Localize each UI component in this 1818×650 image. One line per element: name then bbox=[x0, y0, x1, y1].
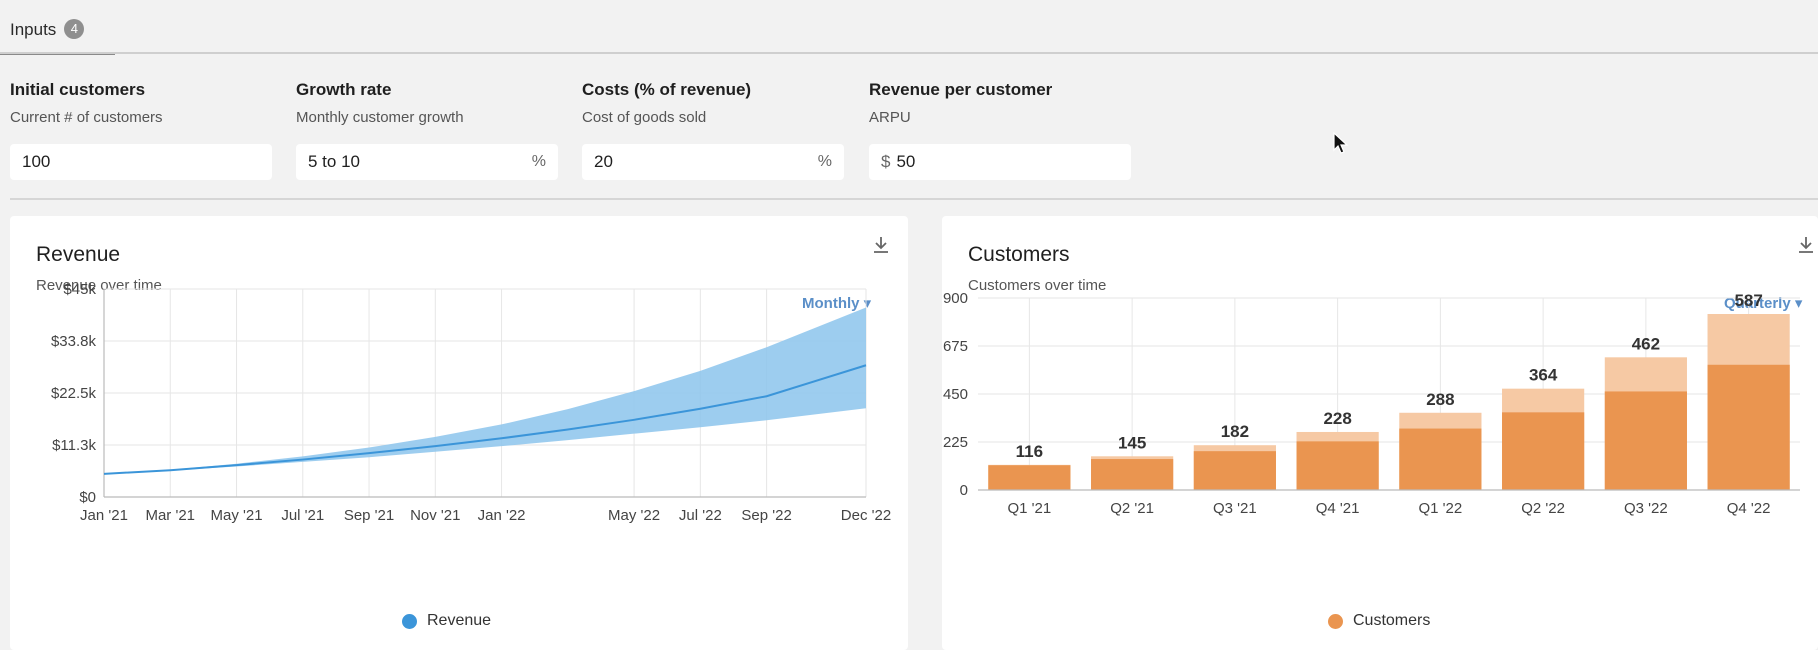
input-revenue-per-customer: Revenue per customer ARPU $ 50 bbox=[869, 80, 1131, 180]
tab-bar-divider bbox=[0, 52, 1818, 54]
input-sublabel: Current # of customers bbox=[10, 109, 163, 126]
input-costs: Costs (% of revenue) Cost of goods sold … bbox=[582, 80, 844, 180]
dollar-prefix: $ bbox=[881, 152, 891, 171]
legend-dot bbox=[402, 613, 417, 629]
x-tick-label: May '22 bbox=[608, 507, 660, 524]
y-tick-label: $11.3k bbox=[52, 437, 96, 454]
section-divider bbox=[10, 198, 1818, 200]
input-initial-customers: Initial customers Current # of customers… bbox=[10, 80, 272, 180]
y-tick-label: 900 bbox=[943, 290, 968, 307]
revenue-chart: $0 $11.3k $22.5k $33.8k $45k Jan '21 Mar '21 Ma… bbox=[51, 281, 891, 524]
revenue-legend: Revenue bbox=[402, 612, 491, 630]
revenue-confidence-band bbox=[104, 307, 866, 474]
y-tick-label: $33.8k bbox=[51, 333, 97, 350]
customers-chart: 0 225 450 675 900 116 Q1 '21 145 Q2 '21 182 Q3 '21… bbox=[943, 290, 1800, 517]
x-tick-label: Q4 '22 bbox=[1727, 500, 1771, 517]
y-tick-label: $22.5k bbox=[51, 385, 97, 402]
input-sublabel: ARPU bbox=[869, 109, 911, 126]
x-tick-label: Q4 '21 bbox=[1316, 500, 1360, 517]
bar-data-label: 462 bbox=[1632, 334, 1660, 353]
bar-data-label: 288 bbox=[1426, 390, 1454, 409]
bar bbox=[1707, 364, 1790, 490]
x-tick-label: Jan '22 bbox=[478, 507, 526, 524]
bar-data-label: 182 bbox=[1221, 422, 1249, 441]
customers-card: Customers Customers over time Quarterly … bbox=[942, 216, 1818, 650]
bar bbox=[1604, 391, 1687, 490]
y-tick-label: $0 bbox=[79, 489, 96, 506]
bar bbox=[1091, 459, 1174, 490]
customers-legend: Customers bbox=[1328, 612, 1430, 630]
x-tick-label: Sep '22 bbox=[741, 507, 791, 524]
input-growth-rate: Growth rate Monthly customer growth 5 to… bbox=[296, 80, 558, 180]
x-tick-label: Dec '22 bbox=[841, 507, 891, 524]
x-tick-label: Q1 '22 bbox=[1419, 500, 1463, 517]
bar bbox=[1502, 412, 1585, 490]
tab-bar: Inputs 4 bbox=[0, 0, 1818, 55]
revenue-card: Revenue Revenue over time Monthly ▾ $0 $1… bbox=[10, 216, 908, 650]
tab-inputs-label: Inputs bbox=[10, 20, 57, 39]
initial-customers-field[interactable]: 100 bbox=[10, 144, 272, 180]
input-value: 100 bbox=[22, 152, 51, 171]
y-tick-label: 675 bbox=[943, 338, 968, 355]
legend-label: Revenue bbox=[427, 612, 492, 629]
bar bbox=[988, 465, 1071, 490]
y-tick-label: 450 bbox=[943, 386, 968, 403]
x-tick-label: Q3 '22 bbox=[1624, 500, 1668, 517]
x-tick-label: Q3 '21 bbox=[1213, 500, 1257, 517]
x-tick-label: Q2 '21 bbox=[1110, 500, 1154, 517]
x-tick-label: Nov '21 bbox=[410, 507, 460, 524]
input-label: Initial customers bbox=[10, 80, 146, 99]
input-sublabel: Monthly customer growth bbox=[296, 109, 464, 126]
bar bbox=[1193, 451, 1276, 490]
bar-data-label: 145 bbox=[1118, 433, 1146, 452]
revenue-per-customer-field[interactable]: $ 50 bbox=[869, 144, 1131, 180]
bar-data-label: 587 bbox=[1734, 291, 1762, 310]
y-tick-label: $45k bbox=[63, 281, 96, 298]
input-value: 50 bbox=[896, 152, 916, 171]
bar bbox=[1399, 428, 1482, 490]
input-label: Growth rate bbox=[296, 80, 392, 99]
tab-inputs[interactable]: Inputs 4 bbox=[0, 19, 115, 55]
bar-data-label: 116 bbox=[1016, 442, 1043, 461]
x-tick-label: Jul '22 bbox=[679, 507, 722, 524]
y-tick-label: 225 bbox=[943, 434, 968, 451]
bar-data-label: 228 bbox=[1323, 409, 1351, 428]
input-value: 5 to 10 bbox=[308, 152, 360, 171]
x-tick-label: Mar '21 bbox=[145, 507, 195, 524]
bar bbox=[1296, 441, 1379, 490]
percent-suffix: % bbox=[531, 153, 546, 170]
percent-suffix: % bbox=[817, 153, 832, 170]
input-label: Costs (% of revenue) bbox=[582, 80, 752, 99]
x-tick-label: Jan '21 bbox=[80, 507, 128, 524]
input-label: Revenue per customer bbox=[869, 80, 1053, 99]
x-tick-label: Q1 '21 bbox=[1008, 500, 1052, 517]
legend-label: Customers bbox=[1353, 612, 1431, 629]
input-sublabel: Cost of goods sold bbox=[582, 109, 707, 126]
x-tick-label: Q2 '22 bbox=[1521, 500, 1565, 517]
bar-data-label: 364 bbox=[1529, 366, 1558, 385]
legend-dot bbox=[1328, 613, 1343, 629]
input-value: 20 bbox=[594, 152, 613, 171]
x-tick-label: Sep '21 bbox=[344, 507, 394, 524]
mouse-cursor-icon bbox=[1333, 132, 1349, 154]
x-tick-label: Jul '21 bbox=[281, 507, 324, 524]
tab-inputs-count-badge: 4 bbox=[64, 19, 85, 39]
y-tick-label: 0 bbox=[960, 482, 968, 499]
costs-field[interactable]: 20 % bbox=[582, 144, 844, 180]
growth-rate-field[interactable]: 5 to 10 % bbox=[296, 144, 558, 180]
x-tick-label: May '21 bbox=[210, 507, 262, 524]
